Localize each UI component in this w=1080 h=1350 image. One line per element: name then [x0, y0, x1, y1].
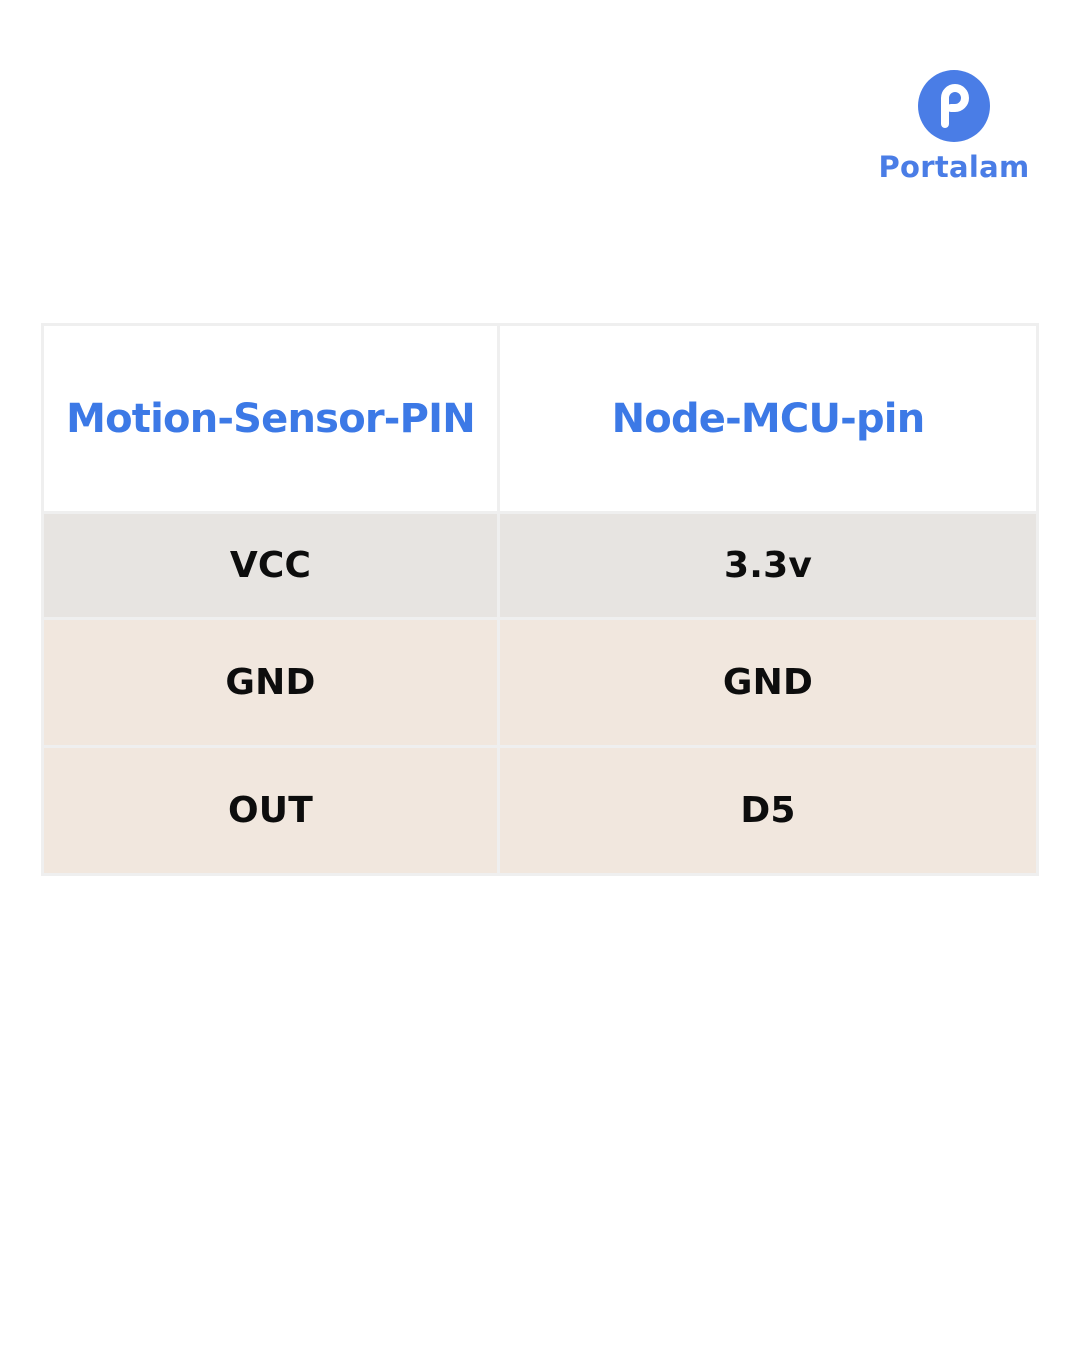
table-row: OUT D5: [44, 748, 1036, 873]
mcu-pin-cell: D5: [500, 748, 1036, 873]
pin-mapping-table: Motion-Sensor-PIN Node-MCU-pin VCC 3.3v …: [41, 323, 1039, 876]
p-logo-icon: [918, 70, 990, 142]
table-row: GND GND: [44, 620, 1036, 745]
column-header-node-mcu-pin: Node-MCU-pin: [500, 326, 1036, 511]
sensor-pin-cell: GND: [44, 620, 497, 745]
column-header-motion-sensor-pin: Motion-Sensor-PIN: [44, 326, 497, 511]
table-row: VCC 3.3v: [44, 514, 1036, 617]
brand-logo: Portalam: [870, 68, 1038, 188]
sensor-pin-cell: VCC: [44, 514, 497, 617]
sensor-pin-cell: OUT: [44, 748, 497, 873]
table-header-row: Motion-Sensor-PIN Node-MCU-pin: [44, 326, 1036, 511]
brand-name: Portalam: [878, 150, 1030, 184]
mcu-pin-cell: GND: [500, 620, 1036, 745]
mcu-pin-cell: 3.3v: [500, 514, 1036, 617]
